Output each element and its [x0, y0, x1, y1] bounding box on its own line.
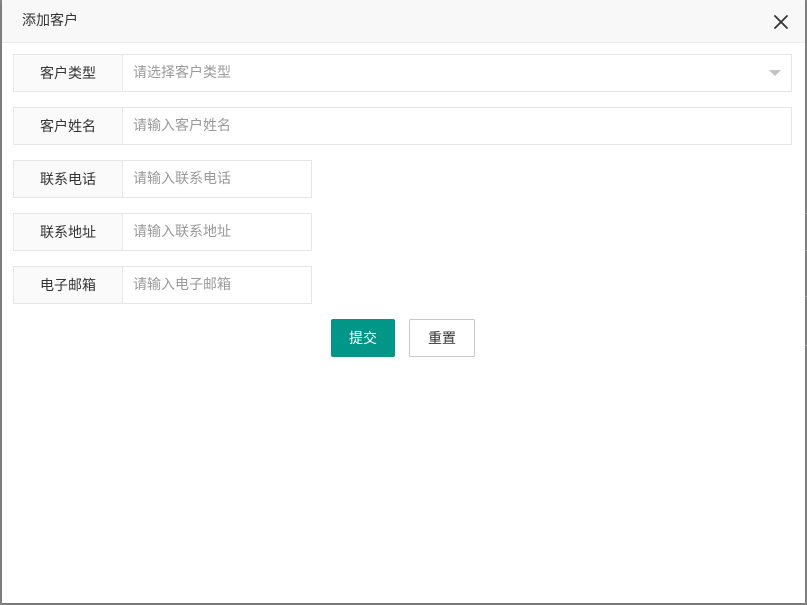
- dialog-title: 添加客户: [22, 13, 78, 29]
- address-input[interactable]: [123, 214, 311, 250]
- dialog-header: 添加客户: [2, 0, 805, 43]
- add-customer-dialog: 添加客户 客户类型 客户姓名 联系电话 联系地址 电子邮箱: [2, 0, 805, 603]
- customer-name-label: 客户姓名: [14, 108, 123, 144]
- submit-button[interactable]: 提交: [331, 319, 395, 357]
- email-label: 电子邮箱: [14, 267, 123, 303]
- close-icon[interactable]: [773, 14, 789, 30]
- phone-row: 联系电话: [13, 160, 312, 198]
- reset-button[interactable]: 重置: [409, 319, 475, 357]
- customer-name-input[interactable]: [123, 108, 791, 144]
- address-label: 联系地址: [14, 214, 123, 250]
- chevron-down-icon[interactable]: [769, 70, 781, 76]
- phone-input[interactable]: [123, 161, 311, 197]
- phone-label: 联系电话: [14, 161, 123, 197]
- email-row: 电子邮箱: [13, 266, 312, 304]
- customer-type-label: 客户类型: [14, 55, 123, 91]
- address-row: 联系地址: [13, 213, 312, 251]
- customer-type-input[interactable]: [123, 55, 791, 91]
- customer-name-row: 客户姓名: [13, 107, 792, 145]
- customer-type-select[interactable]: [123, 55, 791, 91]
- email-input[interactable]: [123, 267, 311, 303]
- customer-type-row: 客户类型: [13, 54, 792, 92]
